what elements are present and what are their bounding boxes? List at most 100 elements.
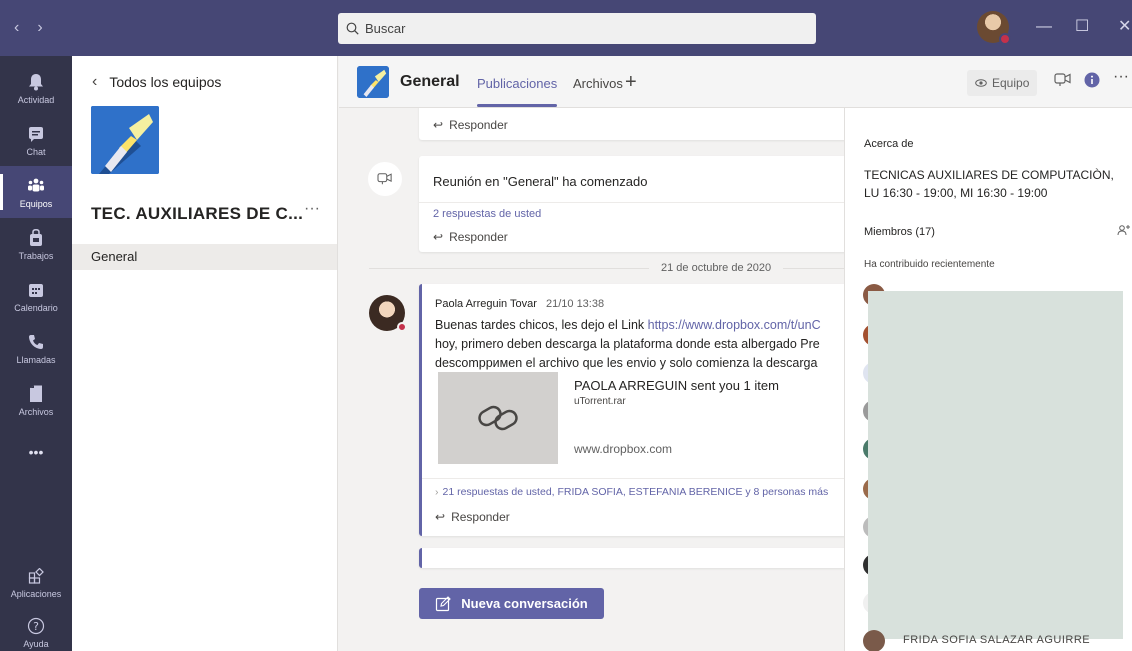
meeting-replies-link[interactable]: 2 respuestas de usted — [433, 208, 541, 220]
calendar-icon — [25, 279, 47, 301]
rail-label: Actividad — [17, 95, 55, 105]
contributed-heading: Ha contribuido recientemente — [864, 259, 995, 270]
preview-title: PAOLA ARREGUIN sent you 1 item — [574, 378, 779, 393]
tab-publicaciones[interactable]: Publicaciones — [477, 76, 558, 107]
team-more-options-icon[interactable]: ··· — [304, 200, 320, 218]
teams-window: ‹ › — ☐ ✕ Actividad Chat Equipos Trabaj — [0, 0, 1132, 651]
new-conversation-button[interactable]: Nueva conversación — [419, 588, 604, 619]
meeting-text: Reunión en "General" ha comenzado — [433, 174, 648, 189]
close-icon[interactable]: ✕ — [1118, 17, 1131, 37]
rail-item-trabajos[interactable]: Trabajos — [0, 218, 72, 270]
rail-label: Ayuda — [23, 639, 49, 649]
meet-now-icon[interactable] — [1054, 72, 1072, 93]
new-conversation-label: Nueva conversación — [461, 596, 588, 611]
team-name: TEC. AUXILIARES DE C... — [91, 204, 304, 223]
more-apps-button[interactable]: ••• — [0, 426, 72, 478]
forward-arrow-icon[interactable]: › — [37, 20, 42, 36]
team-button[interactable]: Equipo — [967, 70, 1038, 96]
app-rail: Actividad Chat Equipos Trabajos Calendar… — [0, 56, 72, 651]
rail-item-chat[interactable]: Chat — [0, 114, 72, 166]
about-heading: Acerca de — [864, 138, 914, 150]
link-preview-card[interactable]: PAOLA ARREGUIN sent you 1 item uTorrent.… — [438, 372, 844, 464]
post-header: Paola Arreguin Tovar 21/10 13:38 — [435, 298, 604, 310]
apps-icon — [25, 565, 47, 587]
search-input[interactable] — [365, 21, 805, 36]
rail-item-actividad[interactable]: Actividad — [0, 62, 72, 114]
meeting-icon — [368, 162, 402, 196]
post-line: descompримen el archivo que les envio y … — [435, 356, 818, 370]
team-logo — [91, 106, 159, 174]
all-teams-link[interactable]: ‹ Todos los equipos — [92, 73, 221, 91]
rail-label: Calendario — [14, 303, 58, 313]
author-avatar[interactable] — [369, 295, 407, 332]
rail-label: Trabajos — [18, 251, 54, 261]
reply-link[interactable]: ↩ Responder — [433, 230, 508, 244]
history-nav: ‹ › — [14, 20, 43, 36]
add-member-icon[interactable] — [1117, 224, 1131, 239]
more-options-icon[interactable]: ··· — [1113, 68, 1129, 86]
member-avatar[interactable] — [863, 630, 885, 651]
help-icon: ? — [25, 615, 47, 637]
info-pane: Acerca de TECNICAS AUXILIARES DE COMPUTA… — [844, 108, 1132, 651]
compose-icon — [436, 595, 452, 611]
members-heading[interactable]: Miembros (17) — [864, 226, 935, 238]
flashlight-icon — [357, 66, 389, 98]
channel-item-general[interactable]: General — [72, 244, 337, 270]
phone-icon — [25, 331, 47, 353]
rail-item-archivos[interactable]: Archivos — [0, 374, 72, 426]
rail-label: Archivos — [18, 407, 54, 417]
chevron-left-icon: ‹ — [92, 73, 98, 90]
post-line: Buenas tardes chicos, les dejo el Link h… — [435, 316, 844, 335]
post-author[interactable]: Paola Arreguin Tovar — [435, 298, 537, 310]
maximize-icon[interactable]: ☐ — [1075, 17, 1089, 37]
bell-icon — [25, 71, 47, 93]
link-icon — [478, 405, 518, 431]
back-arrow-icon[interactable]: ‹ — [14, 20, 19, 36]
date-separator-label: 21 de octubre de 2020 — [649, 262, 784, 274]
channel-title: General — [400, 73, 460, 90]
more-icon: ••• — [28, 444, 44, 460]
chevron-right-icon: › — [435, 486, 439, 498]
preview-thumbnail — [438, 372, 558, 464]
add-tab-icon[interactable]: + — [625, 71, 637, 94]
search-icon — [346, 22, 359, 35]
bag-icon — [25, 227, 47, 249]
team-pane: ‹ Todos los equipos TEC. AUXILIARES DE C… — [72, 56, 338, 651]
minimize-icon[interactable]: — — [1036, 17, 1052, 37]
message-card: ↩ Responder — [419, 108, 844, 140]
info-icon[interactable] — [1084, 72, 1100, 93]
divider — [419, 202, 844, 203]
post-replies-link[interactable]: › 21 respuestas de usted, FRIDA SOFIA, ES… — [435, 486, 828, 498]
reply-label: Responder — [451, 510, 510, 524]
member-name[interactable]: FRIDA SOFIA SALAZAR AGUIRRE — [903, 634, 1090, 646]
post-timestamp: 21/10 13:38 — [545, 298, 605, 310]
post-body: Buenas tardes chicos, les dejo el Link h… — [435, 316, 844, 373]
channel-logo — [357, 66, 389, 98]
tab-archivos[interactable]: Archivos — [573, 76, 623, 91]
channel-header: General Publicaciones Archivos + Equipo … — [339, 56, 1132, 108]
message-card — [419, 548, 844, 568]
busy-status-icon — [397, 322, 407, 332]
conversation-feed: ↩ Responder Reunión en "General" ha come… — [339, 108, 844, 651]
team-button-label: Equipo — [992, 76, 1030, 90]
preview-file: uTorrent.rar — [574, 396, 626, 407]
rail-item-ayuda[interactable]: ? Ayuda — [0, 606, 72, 651]
reply-arrow-icon: ↩ — [433, 118, 444, 132]
rail-item-aplicaciones[interactable]: Aplicaciones — [0, 556, 72, 608]
meeting-card: Reunión en "General" ha comenzado 2 resp… — [419, 156, 844, 252]
post-link[interactable]: https://www.dropbox.com/t/unC — [648, 318, 821, 332]
post-card: Paola Arreguin Tovar 21/10 13:38 Buenas … — [419, 284, 844, 536]
chat-icon — [25, 123, 47, 145]
reply-link[interactable]: ↩ Responder — [435, 510, 510, 524]
rail-item-calendario[interactable]: Calendario — [0, 270, 72, 322]
svg-text:?: ? — [33, 620, 39, 633]
user-avatar[interactable] — [977, 11, 1011, 45]
redacted-members-overlay — [868, 291, 1123, 639]
rail-item-llamadas[interactable]: Llamadas — [0, 322, 72, 374]
busy-status-icon — [999, 33, 1011, 45]
teams-icon — [25, 175, 47, 197]
divider — [422, 478, 844, 479]
reply-link[interactable]: ↩ Responder — [433, 118, 508, 132]
search-box[interactable] — [338, 13, 816, 44]
rail-item-equipos[interactable]: Equipos — [0, 166, 72, 218]
